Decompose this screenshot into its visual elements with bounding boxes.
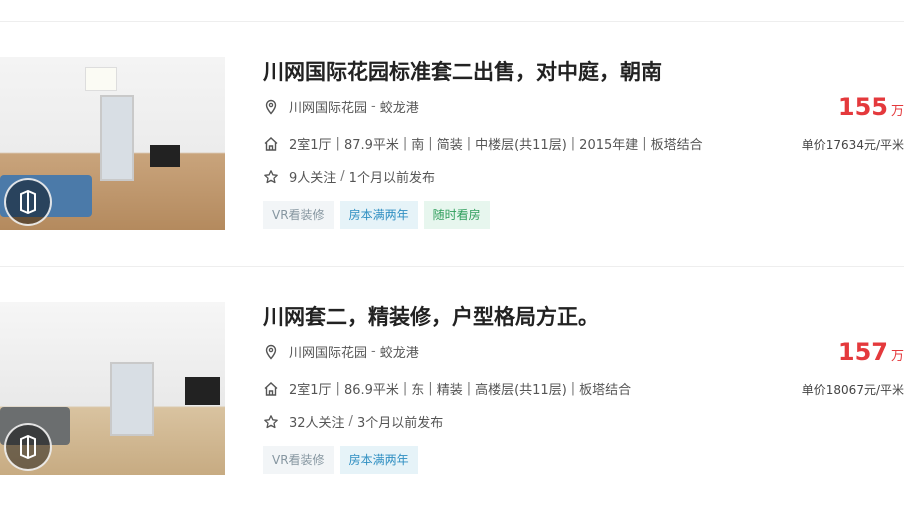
separator: | bbox=[570, 136, 576, 151]
location-row: 川网国际花园 - 蛟龙港 bbox=[263, 342, 419, 361]
separator: | bbox=[335, 136, 340, 151]
unit-price: 单价18067元/平米 bbox=[801, 383, 904, 397]
listing-card[interactable]: 川网套二，精装修，户型格局方正。 川网国际花园 - 蛟龙港 2室1厅 | 86.… bbox=[0, 267, 924, 512]
community-link[interactable]: 川网国际花园 bbox=[289, 97, 367, 116]
orientation: 南 bbox=[411, 138, 425, 153]
follow-info-row: 32人关注 / 3个月以前发布 bbox=[263, 412, 443, 431]
price-unit: 万 bbox=[890, 349, 904, 364]
unit-price: 单价17634元/平米 bbox=[801, 138, 904, 152]
location-pin-icon bbox=[263, 344, 279, 360]
star-outline-icon bbox=[263, 169, 279, 185]
window bbox=[110, 362, 154, 436]
listing-title[interactable]: 川网国际花园标准套二出售，对中庭，朝南 bbox=[263, 56, 662, 86]
orientation: 东 bbox=[411, 383, 425, 398]
floor: 高楼层(共11层) bbox=[475, 383, 567, 398]
tv bbox=[150, 145, 180, 167]
window bbox=[100, 95, 134, 181]
tag-list: VR看装修 房本满两年 随时看房 bbox=[263, 201, 490, 229]
ceiling-light bbox=[85, 67, 117, 91]
total-price: 155 万 bbox=[838, 93, 904, 121]
house-info-row: 2室1厅 | 87.9平米 | 南 | 简装 | 中楼层(共11层) | 201… bbox=[263, 134, 703, 153]
price-value: 155 bbox=[837, 93, 888, 121]
house-info-row: 2室1厅 | 86.9平米 | 东 | 精装 | 高楼层(共11层) | 板塔结… bbox=[263, 379, 631, 398]
size: 87.9平米 bbox=[343, 138, 399, 153]
total-price: 157 万 bbox=[838, 338, 904, 366]
follower-count: 32人关注 bbox=[289, 416, 345, 431]
tag-vr: VR看装修 bbox=[263, 201, 334, 229]
vr-badge-icon[interactable] bbox=[4, 423, 52, 471]
community-link[interactable]: 川网国际花园 bbox=[289, 342, 367, 361]
separator: | bbox=[402, 381, 408, 396]
separator: | bbox=[428, 136, 433, 151]
area-link[interactable]: 蛟龙港 bbox=[380, 97, 419, 116]
location-pin-icon bbox=[263, 99, 279, 115]
separator: | bbox=[335, 381, 340, 396]
publish-time: 1个月以前发布 bbox=[348, 171, 435, 186]
price-unit: 万 bbox=[890, 104, 904, 119]
house-icon bbox=[263, 381, 279, 397]
follow-info-row: 9人关注 / 1个月以前发布 bbox=[263, 167, 435, 186]
separator: | bbox=[570, 381, 576, 396]
structure: 板塔结合 bbox=[650, 138, 703, 153]
price-value: 157 bbox=[837, 338, 888, 366]
star-outline-icon bbox=[263, 414, 279, 430]
listing-photo[interactable] bbox=[0, 302, 225, 475]
size: 86.9平米 bbox=[343, 383, 399, 398]
house-icon bbox=[263, 136, 279, 152]
tag-two-years: 房本满两年 bbox=[339, 201, 418, 229]
separator: | bbox=[466, 381, 472, 396]
separator: | bbox=[402, 136, 408, 151]
tv bbox=[185, 377, 220, 405]
slash: / bbox=[348, 414, 353, 429]
slash: / bbox=[340, 169, 345, 184]
separator: | bbox=[642, 136, 647, 151]
vr-badge-icon[interactable] bbox=[4, 178, 52, 226]
dash: - bbox=[371, 344, 376, 359]
tag-anytime-viewing: 随时看房 bbox=[423, 201, 490, 229]
decoration: 简装 bbox=[436, 138, 463, 153]
listing-card[interactable]: 川网国际花园标准套二出售，对中庭，朝南 川网国际花园 - 蛟龙港 2室1厅 | … bbox=[0, 22, 924, 267]
layout: 2室1厅 bbox=[289, 383, 332, 398]
floor: 中楼层(共11层) bbox=[475, 138, 567, 153]
area-link[interactable]: 蛟龙港 bbox=[380, 342, 419, 361]
dash: - bbox=[371, 99, 376, 114]
listing-title[interactable]: 川网套二，精装修，户型格局方正。 bbox=[263, 301, 599, 331]
publish-time: 3个月以前发布 bbox=[356, 416, 444, 431]
location-row: 川网国际花园 - 蛟龙港 bbox=[263, 97, 419, 116]
listing-photo[interactable] bbox=[0, 57, 225, 230]
separator: | bbox=[466, 136, 472, 151]
separator: | bbox=[428, 381, 433, 396]
structure: 板塔结合 bbox=[579, 383, 632, 398]
built-year: 2015年建 bbox=[579, 138, 639, 153]
follower-count: 9人关注 bbox=[289, 171, 337, 186]
layout: 2室1厅 bbox=[289, 138, 332, 153]
decoration: 精装 bbox=[436, 383, 463, 398]
